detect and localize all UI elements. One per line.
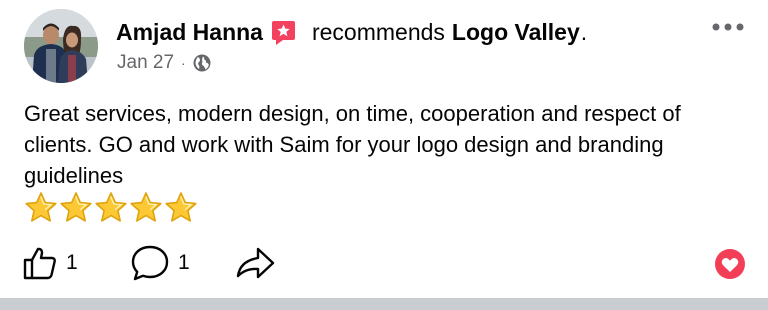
meta-separator: · xyxy=(181,55,186,71)
comment-bubble-icon xyxy=(131,245,169,281)
post-actions-bar: 1 1 xyxy=(22,242,762,284)
like-count[interactable]: 1 xyxy=(66,251,78,275)
share-arrow-icon xyxy=(236,247,275,279)
star-icon xyxy=(95,191,127,222)
post-header: Amjad Hanna recommends Logo Valley . xyxy=(116,14,587,50)
author-name[interactable]: Amjad Hanna xyxy=(116,19,263,46)
like-button[interactable]: 1 xyxy=(22,242,78,284)
section-divider xyxy=(0,298,768,310)
recommends-text: recommends xyxy=(311,18,445,45)
thumbs-up-icon xyxy=(23,247,56,280)
comment-button[interactable]: 1 xyxy=(130,242,190,284)
star-icon xyxy=(130,191,162,222)
more-options-button[interactable] xyxy=(708,14,748,40)
post-date[interactable]: Jan 27 xyxy=(117,52,174,74)
page-name[interactable]: Logo Valley xyxy=(452,19,580,46)
love-heart-icon[interactable] xyxy=(714,248,746,285)
star-icon xyxy=(25,191,57,222)
post-body-text: Great services, modern design, on time, … xyxy=(24,101,681,188)
star-icon xyxy=(165,191,197,222)
globe-icon[interactable] xyxy=(192,53,212,73)
recommend-star-icon xyxy=(270,19,297,46)
post-meta: Jan 27 · xyxy=(117,50,212,76)
more-dots-icon xyxy=(712,23,744,31)
review-post: Amjad Hanna recommends Logo Valley . Jan… xyxy=(0,0,768,298)
star-icon xyxy=(60,191,92,222)
comment-count[interactable]: 1 xyxy=(178,251,190,275)
avatar[interactable] xyxy=(24,9,98,83)
share-button[interactable] xyxy=(234,242,276,284)
star-rating xyxy=(24,190,199,224)
header-period: . xyxy=(580,18,588,45)
